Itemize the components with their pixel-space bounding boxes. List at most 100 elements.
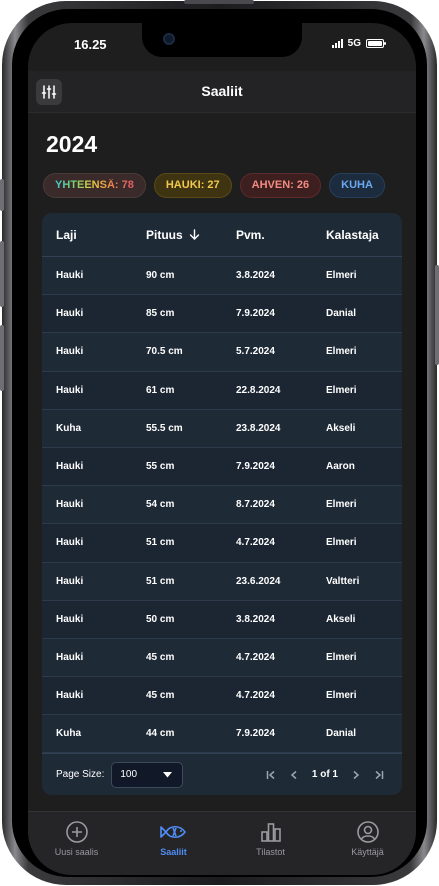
header-angler[interactable]: Kalastaja xyxy=(312,228,402,242)
volume-up-button xyxy=(0,241,4,307)
summary-chips: YHTEENSÄ: 78 HAUKI: 27 AHVEN: 26 KUHA xyxy=(43,173,398,201)
table-row[interactable]: Hauki 45 cm 4.7.2024 Elmeri xyxy=(42,677,402,716)
mute-switch xyxy=(0,179,4,211)
chip-hauki[interactable]: HAUKI: 27 xyxy=(153,173,232,198)
cell-species: Hauki xyxy=(56,346,84,358)
cell-date: 3.8.2024 xyxy=(236,613,275,625)
table-row[interactable]: Hauki 51 cm 23.6.2024 Valtteri xyxy=(42,562,402,601)
cell-species: Hauki xyxy=(56,461,84,473)
cell-length: 90 cm xyxy=(146,270,175,282)
cell-date: 7.9.2024 xyxy=(236,308,275,320)
catches-table: Laji Pituus Pvm. Kalastaja Hauki 90 cm 3.8… xyxy=(42,213,402,795)
cell-species: Hauki xyxy=(56,651,84,663)
table-row[interactable]: Hauki 51 cm 4.7.2024 Elmeri xyxy=(42,524,402,563)
cell-date: 23.6.2024 xyxy=(236,575,281,587)
cell-species: Hauki xyxy=(56,575,84,587)
last-page-icon[interactable] xyxy=(374,770,384,780)
fish-icon xyxy=(159,825,186,839)
page-info: 1 of 1 xyxy=(311,769,338,780)
table-row[interactable]: Hauki 85 cm 7.9.2024 Danial xyxy=(42,295,402,334)
volume-down-button xyxy=(0,325,4,391)
tab-user[interactable]: Käyttäjä xyxy=(319,812,416,875)
cell-angler: Danial xyxy=(326,728,357,740)
cell-species: Kuha xyxy=(56,422,81,434)
first-page-icon[interactable] xyxy=(266,770,276,780)
cell-length: 55 cm xyxy=(146,461,175,473)
table-row[interactable]: Hauki 90 cm 3.8.2024 Elmeri xyxy=(42,257,402,296)
tab-statistics[interactable]: Tilastot xyxy=(222,812,319,875)
cell-angler: Danial xyxy=(326,308,357,320)
next-page-icon[interactable] xyxy=(352,770,360,780)
page-title: Saaliit xyxy=(201,83,243,99)
tab-new-catch[interactable]: Uusi saalis xyxy=(28,812,125,875)
chip-total[interactable]: YHTEENSÄ: 78 xyxy=(43,173,146,198)
tab-catches-label: Saaliit xyxy=(160,847,187,857)
cell-date: 23.8.2024 xyxy=(236,422,281,434)
chevron-down-icon xyxy=(163,771,173,777)
cell-species: Kuha xyxy=(56,728,81,740)
battery-icon xyxy=(366,39,386,48)
chip-ahven[interactable]: AHVEN: 26 xyxy=(239,173,322,198)
year-heading: 2024 xyxy=(46,131,98,157)
cell-species: Hauki xyxy=(56,613,84,625)
cell-date: 3.8.2024 xyxy=(236,270,275,282)
cell-angler: Akseli xyxy=(326,422,356,434)
chip-kuha[interactable]: KUHA xyxy=(329,173,385,198)
header-species[interactable]: Laji xyxy=(42,228,132,242)
table-header: Laji Pituus Pvm. Kalastaja xyxy=(42,213,402,257)
table-row[interactable]: Hauki 50 cm 3.8.2024 Akseli xyxy=(42,600,402,639)
cell-length: 51 cm xyxy=(146,537,175,549)
bottom-tab-bar: Uusi saalis Saaliit Tilastot Käyttäjä xyxy=(28,811,416,875)
table-row[interactable]: Kuha 44 cm 7.9.2024 Danial xyxy=(42,715,402,754)
cell-length: 85 cm xyxy=(146,308,175,320)
table-row[interactable]: Hauki 61 cm 22.8.2024 Elmeri xyxy=(42,371,402,410)
cell-date: 22.8.2024 xyxy=(236,384,281,396)
cell-date: 7.9.2024 xyxy=(236,728,275,740)
cell-date: 4.7.2024 xyxy=(236,651,275,663)
network-type: 5G xyxy=(347,38,361,49)
power-button xyxy=(435,265,439,365)
cell-angler: Elmeri xyxy=(326,651,357,663)
table-row[interactable]: Hauki 45 cm 4.7.2024 Elmeri xyxy=(42,638,402,678)
chip-total-label: YHTEENSÄ: 78 xyxy=(55,179,134,191)
sort-desc-icon xyxy=(189,229,199,240)
cell-length: 50 cm xyxy=(146,613,175,625)
cell-angler: Akseli xyxy=(326,613,356,625)
tab-catches[interactable]: Saaliit xyxy=(125,812,222,875)
tab-new-catch-label: Uusi saalis xyxy=(54,847,99,857)
tab-user-label: Käyttäjä xyxy=(351,847,384,857)
front-camera xyxy=(163,33,175,45)
user-icon xyxy=(356,821,379,843)
cell-length: 44 cm xyxy=(146,728,175,740)
header-length-label: Pituus xyxy=(146,227,183,242)
page-size-select[interactable]: 100 xyxy=(111,761,184,788)
page-size-value: 100 xyxy=(120,769,138,780)
cell-angler: Aaron xyxy=(326,461,355,473)
bar-chart-icon xyxy=(260,823,281,842)
cell-length: 45 cm xyxy=(146,690,175,702)
cell-species: Hauki xyxy=(56,384,84,396)
table-row[interactable]: Hauki 70.5 cm 5.7.2024 Elmeri xyxy=(42,333,402,372)
table-row[interactable]: Hauki 55 cm 7.9.2024 Aaron xyxy=(42,447,402,487)
page-size-label: Page Size: xyxy=(56,769,105,780)
table-row[interactable]: Kuha 55.5 cm 23.8.2024 Akseli xyxy=(42,409,402,448)
earpiece-speaker xyxy=(184,0,254,4)
cell-angler: Elmeri xyxy=(326,270,357,282)
cell-length: 54 cm xyxy=(146,499,175,511)
prev-page-icon[interactable] xyxy=(290,770,298,780)
cell-length: 51 cm xyxy=(146,575,175,587)
header-date[interactable]: Pvm. xyxy=(222,228,312,242)
header-length[interactable]: Pituus xyxy=(132,228,222,242)
cell-length: 61 cm xyxy=(146,384,175,396)
cell-species: Hauki xyxy=(56,270,84,282)
page-navigation: 1 of 1 xyxy=(266,769,384,780)
table-row[interactable]: Hauki 54 cm 8.7.2024 Elmeri xyxy=(42,486,402,525)
cell-angler: Elmeri xyxy=(326,384,357,396)
cell-date: 4.7.2024 xyxy=(236,537,275,549)
cell-angler: Elmeri xyxy=(326,346,357,358)
tab-statistics-label: Tilastot xyxy=(256,847,285,857)
cell-angler: Elmeri xyxy=(326,690,357,702)
plus-circle-icon xyxy=(65,821,88,843)
cell-angler: Elmeri xyxy=(326,499,357,511)
cell-species: Hauki xyxy=(56,499,84,511)
